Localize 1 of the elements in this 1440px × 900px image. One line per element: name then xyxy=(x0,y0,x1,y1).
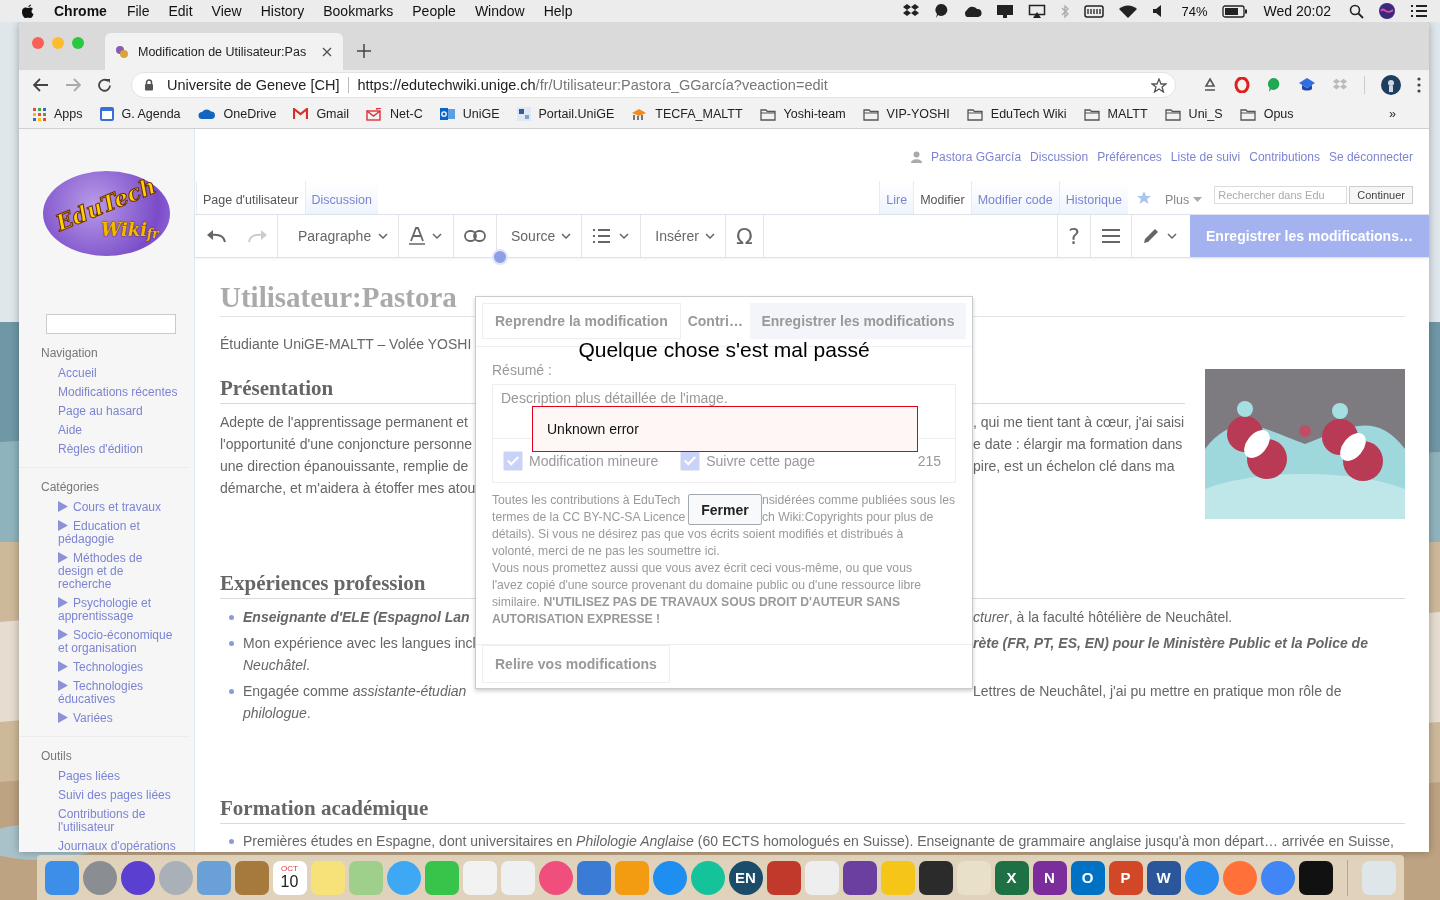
battery-percent: 74% xyxy=(1181,3,1208,19)
